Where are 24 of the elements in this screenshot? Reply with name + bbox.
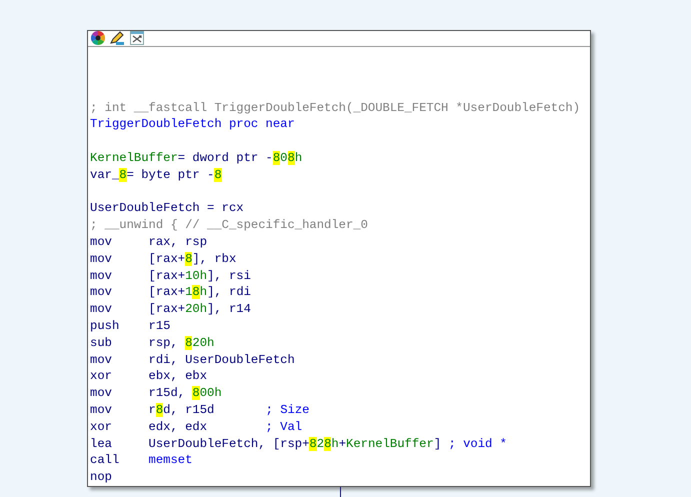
code-line: push r15 [90, 318, 170, 335]
pencil-icon[interactable] [110, 31, 125, 46]
code-line: mov [rax+18h], rdi [90, 284, 251, 302]
code-line: call memset [90, 452, 192, 470]
code-line: ; __unwind { // __C_specific_handler_0 [90, 217, 368, 234]
code-line: mov [rax+10h], rsi [90, 268, 251, 284]
code-line: mov r8d, r15d ; Size [90, 402, 310, 419]
code-line: TriggerDoubleFetch proc near [90, 116, 295, 134]
code-line: sub rsp, 820h [90, 334, 214, 352]
code-line: mov rdi, UserDoubleFetch [90, 352, 295, 368]
code-line: lea UserDoubleFetch, [rsp+828h+KernelBuffer] ; void * [90, 436, 507, 452]
code-line: nop [90, 469, 113, 486]
code-line: mov r15d, 800h [90, 385, 222, 402]
code-line: KernelBuffer= dword ptr -808h [90, 150, 302, 167]
color-wheel-icon[interactable] [91, 31, 105, 46]
code-line: mov rax, rsp [90, 234, 208, 251]
code-line: xor ebx, ebx [90, 368, 208, 386]
code-line: mov [rax+8], rbx [90, 250, 236, 268]
code-line: UserDoubleFetch = rcx [90, 200, 244, 218]
code-line: var_8= byte ptr -8 [90, 166, 222, 184]
code-line: xor edx, edx ; Val [90, 418, 302, 436]
code-line: ; int __fastcall TriggerDoubleFetch(_DOUBLE_FETCH *UserDoubleFetch) [90, 100, 580, 116]
graph-window-icon[interactable] [130, 31, 144, 46]
code-line: mov [rax+20h], r14 [90, 301, 251, 318]
